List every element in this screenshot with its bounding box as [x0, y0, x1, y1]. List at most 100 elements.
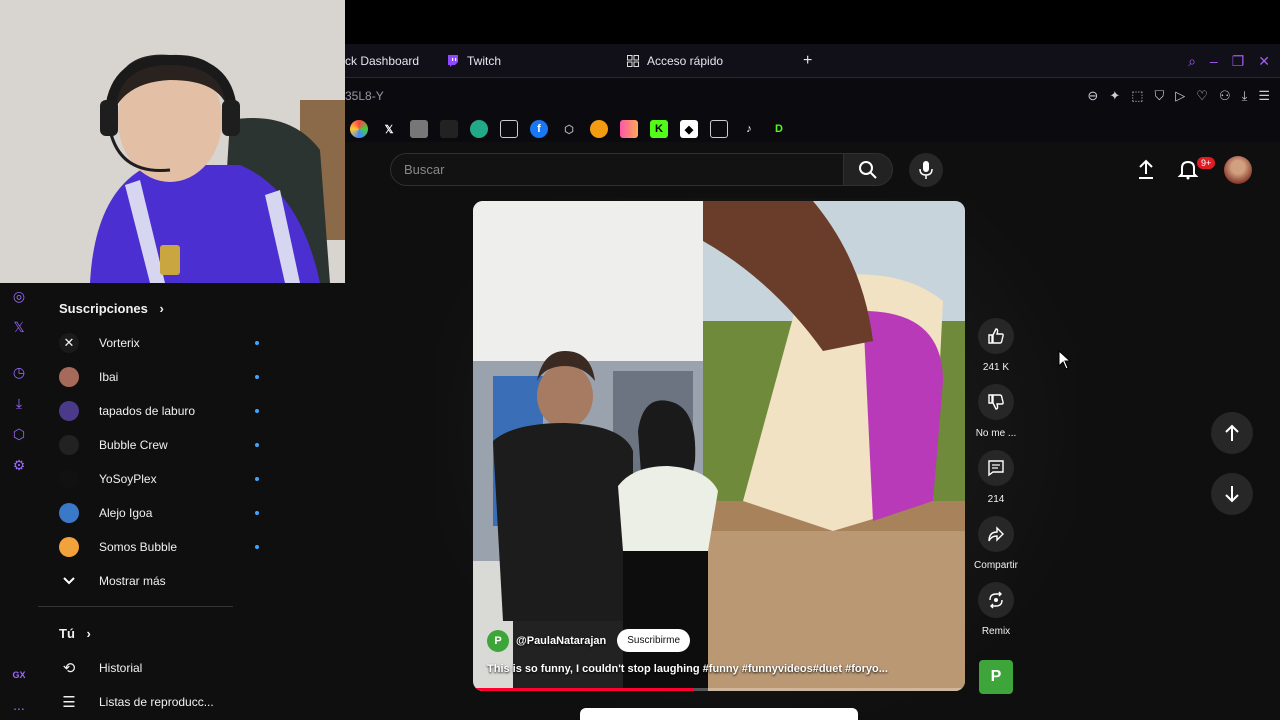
remix-button[interactable]: [978, 582, 1014, 618]
blank-bookmark-icon[interactable]: [440, 120, 458, 138]
subscriptions-header[interactable]: Suscripciones ›: [59, 301, 164, 316]
search-icon: [859, 160, 877, 179]
new-tab-button[interactable]: +: [803, 44, 812, 78]
like-button[interactable]: [978, 318, 1014, 354]
send-icon[interactable]: ▷: [1175, 88, 1185, 104]
sidebar-item-playlists[interactable]: ☰ Listas de reproducc...: [59, 687, 259, 717]
x-bookmark-icon[interactable]: 𝕏: [380, 120, 398, 138]
history-icon[interactable]: ◷: [10, 363, 28, 381]
voice-search-button[interactable]: [909, 153, 943, 187]
comments-button[interactable]: [978, 450, 1014, 486]
short-title[interactable]: This is so funny, I couldn't stop laughi…: [487, 663, 888, 675]
tab-acceso-rapido[interactable]: Acceso rápido: [627, 44, 723, 78]
sidebar-item-alejo-igoa[interactable]: Alejo Igoa: [59, 498, 259, 528]
short-channel-row: P @PaulaNatarajan Suscribirme: [487, 629, 691, 652]
photo-bookmark-icon[interactable]: [410, 120, 428, 138]
channel-avatar: [59, 367, 79, 387]
you-header[interactable]: Tú ›: [59, 626, 91, 641]
thumbs-up-icon: [988, 328, 1004, 344]
upload-button[interactable]: [1135, 158, 1157, 185]
sidebar-item-label: Historial: [99, 661, 143, 675]
new-content-dot: [255, 341, 259, 345]
restore-icon[interactable]: ❐: [1232, 53, 1245, 70]
heart-icon[interactable]: ♡: [1196, 88, 1208, 104]
dislike-label: No me ...: [975, 428, 1017, 439]
arrow-up-icon: [1225, 424, 1239, 441]
copilot-bookmark-icon[interactable]: [350, 120, 368, 138]
sidebar-divider: [38, 606, 233, 607]
next-short-preview-edge: [580, 708, 858, 720]
sidebar-item-yosoyplex[interactable]: YoSoyPlex: [59, 464, 259, 494]
gradient-bookmark-icon[interactable]: [620, 120, 638, 138]
sidebar-item-bubble-crew[interactable]: Bubble Crew: [59, 430, 259, 460]
chevron-right-icon: ›: [159, 301, 164, 316]
sidebar-item-label: Vorterix: [99, 336, 140, 350]
menu-icon[interactable]: ☰: [1258, 88, 1270, 104]
show-more-button[interactable]: Mostrar más: [59, 566, 259, 596]
tab-twitch[interactable]: Twitch: [447, 44, 501, 78]
playlist-icon: ☰: [62, 694, 76, 711]
game-bookmark-icon[interactable]: ◆: [680, 120, 698, 138]
minimize-icon[interactable]: –: [1210, 53, 1218, 69]
share-button[interactable]: [978, 516, 1014, 552]
subscribe-button[interactable]: Suscribirme: [617, 629, 691, 652]
user-avatar[interactable]: [1224, 156, 1252, 184]
kick-bookmark-icon[interactable]: K: [650, 120, 668, 138]
snapshot-icon[interactable]: ⬚: [1131, 88, 1143, 104]
instagram-icon[interactable]: ◎: [10, 287, 28, 305]
remix-label: Remix: [981, 626, 1011, 637]
close-icon[interactable]: ✕: [1258, 53, 1270, 70]
channel-avatar: ✕: [59, 333, 79, 353]
facebook-bookmark-icon[interactable]: f: [530, 120, 548, 138]
address-field[interactable]: 35L8-Y: [345, 89, 384, 103]
dislike-button[interactable]: [978, 384, 1014, 420]
browser-side-rail: ◎ 𝕏 ◷ ⤓ ⬡ ⚙ GX ...: [0, 283, 38, 720]
you-title: Tú: [59, 626, 75, 641]
download-icon[interactable]: ⤓: [1242, 88, 1248, 104]
youtube-header: Buscar 9+: [345, 142, 1280, 198]
next-short-button[interactable]: [1211, 473, 1253, 515]
video-progress-bar[interactable]: [473, 688, 965, 691]
shorts-main-area: P @PaulaNatarajan Suscribirme This is so…: [345, 198, 1280, 720]
video-frame-image: [473, 201, 965, 691]
document-bookmark-icon[interactable]: [500, 120, 518, 138]
channel-name[interactable]: @PaulaNatarajan: [516, 635, 606, 647]
sidebar-item-label: Alejo Igoa: [99, 506, 153, 520]
sidebar-item-somos-bubble[interactable]: Somos Bubble: [59, 532, 259, 562]
green-bookmark-icon[interactable]: [470, 120, 488, 138]
notifications-button[interactable]: [1177, 158, 1199, 185]
sound-channel-badge[interactable]: P: [979, 660, 1013, 694]
sidebar-item-ibai[interactable]: Ibai: [59, 362, 259, 392]
more-icon[interactable]: ...: [10, 696, 28, 714]
download-icon[interactable]: ⤓: [10, 394, 28, 412]
tab-dashboard[interactable]: ck Dashboard: [345, 44, 419, 78]
previous-short-button[interactable]: [1211, 412, 1253, 454]
zoom-out-icon[interactable]: ⊖: [1087, 88, 1098, 104]
settings-icon[interactable]: ⚙: [10, 456, 28, 474]
short-video-player[interactable]: P @PaulaNatarajan Suscribirme This is so…: [473, 201, 965, 691]
orange-bookmark-icon[interactable]: [590, 120, 608, 138]
search-button[interactable]: [843, 153, 893, 186]
x-icon[interactable]: 𝕏: [10, 318, 28, 336]
cube-bookmark-icon[interactable]: ⬡: [560, 120, 578, 138]
sidebar-item-label: YoSoyPlex: [99, 472, 157, 486]
extensions-icon[interactable]: ⬡: [10, 425, 28, 443]
gx-icon[interactable]: GX: [10, 666, 28, 684]
sidebar-item-label: tapados de laburo: [99, 404, 196, 418]
shield-icon[interactable]: ⛉: [1155, 88, 1165, 104]
account-icon[interactable]: ⚇: [1219, 88, 1231, 104]
sidebar-item-vorterix[interactable]: ✕ Vorterix: [59, 328, 259, 358]
pin-icon[interactable]: ✦: [1109, 88, 1120, 104]
search-input[interactable]: Buscar: [390, 153, 843, 186]
show-more-label: Mostrar más: [99, 574, 166, 588]
sidebar-item-tapados[interactable]: tapados de laburo: [59, 396, 259, 426]
comment-count: 214: [987, 494, 1005, 505]
search-tabs-icon[interactable]: ⌕: [1188, 53, 1196, 70]
bell-icon: [1177, 160, 1199, 180]
channel-avatar[interactable]: P: [487, 629, 509, 652]
d-bookmark-icon[interactable]: D: [770, 120, 788, 138]
channel-avatar: [59, 537, 79, 557]
document2-bookmark-icon[interactable]: [710, 120, 728, 138]
sidebar-item-history[interactable]: ⟲ Historial: [59, 653, 259, 683]
tiktok-bookmark-icon[interactable]: ♪: [740, 120, 758, 138]
